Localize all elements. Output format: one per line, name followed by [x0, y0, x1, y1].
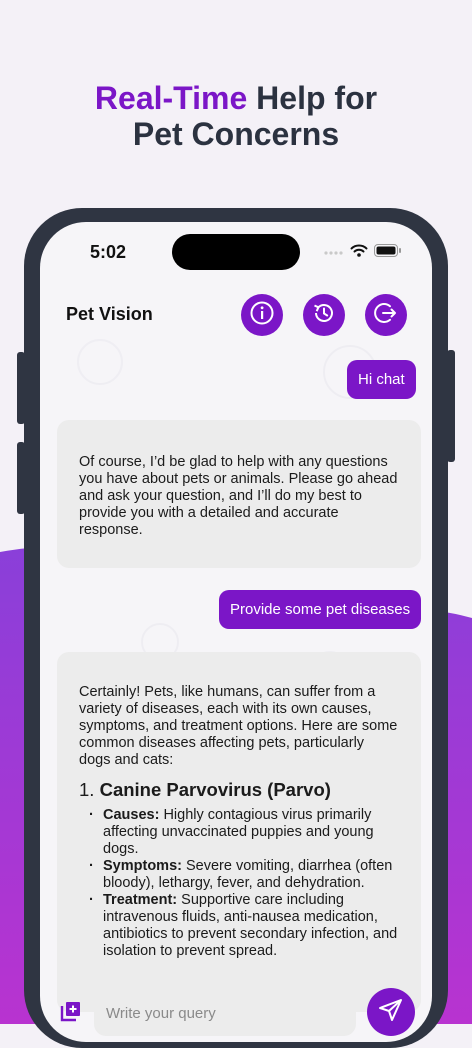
list-item: Treatment: Supportive care including int…	[89, 892, 399, 960]
phone-screen: 5:02 Pet Vision Hi chat Of course, I’d b…	[40, 222, 432, 1042]
phone-side-button	[17, 352, 25, 424]
disease-heading: 1. Canine Parvovirus (Parvo)	[79, 779, 399, 801]
app-title: Pet Vision	[66, 304, 153, 324]
dynamic-island	[172, 234, 300, 270]
disease-heading-title: Canine Parvovirus (Parvo)	[99, 779, 331, 800]
promo-headline: Real-Time Help for Pet Concerns	[0, 80, 472, 152]
headline-line1: Help for	[247, 80, 378, 116]
history-icon	[311, 300, 337, 331]
phone-side-button	[17, 442, 25, 514]
disease-heading-number: 1.	[79, 779, 95, 800]
status-icons	[324, 244, 402, 262]
disease-details-list: Causes: Highly contagious virus primaril…	[79, 807, 399, 960]
assistant-message-text: Of course, I’d be glad to help with any …	[79, 454, 398, 538]
assistant-message: Of course, I’d be glad to help with any …	[57, 420, 421, 568]
wifi-icon	[350, 244, 368, 262]
assistant-message-intro: Certainly! Pets, like humans, can suffer…	[79, 684, 398, 768]
list-item: Symptoms: Severe vomiting, diarrhea (oft…	[89, 858, 399, 892]
assistant-message: Certainly! Pets, like humans, can suffer…	[57, 652, 421, 1012]
user-message: Hi chat	[347, 360, 416, 399]
headline-accent: Real-Time	[94, 80, 248, 116]
send-icon	[378, 997, 404, 1028]
send-button[interactable]	[367, 988, 415, 1036]
headline-line2: Pet Concerns	[132, 116, 340, 152]
item-label: Causes:	[103, 807, 160, 823]
list-item: Causes: Highly contagious virus primaril…	[89, 807, 399, 858]
history-button[interactable]	[303, 294, 345, 336]
phone-power-button	[447, 350, 455, 462]
battery-icon	[374, 244, 402, 262]
signal-icon	[324, 244, 344, 262]
add-media-icon	[59, 999, 83, 1028]
logout-icon	[373, 300, 399, 331]
query-input[interactable]	[94, 990, 356, 1036]
status-time: 5:02	[90, 242, 127, 262]
item-label: Symptoms:	[103, 858, 182, 874]
item-label: Treatment:	[103, 892, 178, 908]
info-icon	[249, 300, 275, 331]
user-message: Provide some pet diseases	[219, 590, 422, 629]
info-button[interactable]	[241, 294, 283, 336]
logout-button[interactable]	[365, 294, 407, 336]
